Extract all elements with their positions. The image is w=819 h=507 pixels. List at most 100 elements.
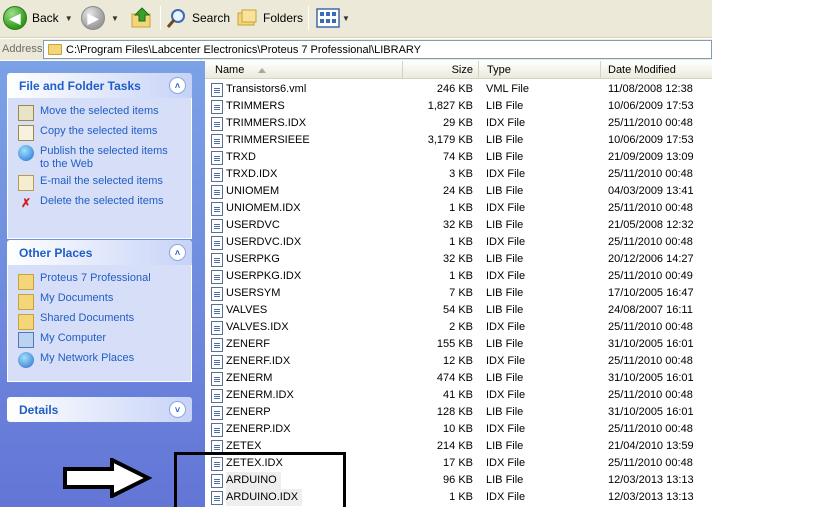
up-folder-button[interactable]: [130, 4, 154, 32]
column-header-row: Name Size Type Date Modified: [205, 61, 712, 79]
file-row[interactable]: USERSYM 7 KB LIB File 17/10/2005 16:47: [205, 285, 712, 302]
address-label: Address: [2, 43, 43, 55]
other-places-header[interactable]: Other Places ˄: [7, 240, 192, 265]
file-size: 1 KB: [449, 270, 473, 282]
address-input[interactable]: C:\Program Files\Labcenter Electronics\P…: [43, 40, 712, 59]
file-row[interactable]: ZENERM 474 KB LIB File 31/10/2005 16:01: [205, 370, 712, 387]
file-date: 25/11/2010 00:48: [608, 389, 693, 401]
file-row[interactable]: Transistors6.vml 246 KB VML File 11/08/2008…: [205, 81, 712, 98]
back-dropdown-icon[interactable]: ▼: [65, 14, 73, 23]
file-row[interactable]: ZENERP 128 KB LIB File 31/10/2005 16:01: [205, 404, 712, 421]
forward-button[interactable]: ▶ ▼: [81, 4, 119, 32]
column-header-name[interactable]: Name: [205, 61, 403, 79]
file-name-cell: UNIOMEM.IDX: [211, 200, 301, 217]
file-size: 3,179 KB: [427, 134, 473, 146]
file-name-cell: ZENERP: [211, 404, 271, 421]
file-date: 25/11/2010 00:48: [608, 321, 693, 333]
task-delete[interactable]: ✗ Delete the selected items: [18, 195, 191, 215]
copy-icon: [18, 125, 34, 141]
file-size: 214 KB: [436, 440, 473, 452]
file-name: TRXD.IDX: [226, 168, 278, 180]
forward-dropdown-icon[interactable]: ▼: [111, 14, 119, 23]
back-button[interactable]: ◀ Back ▼: [3, 4, 73, 32]
file-size: 1,827 KB: [427, 100, 473, 112]
file-name: USERDVC: [226, 219, 280, 231]
file-row[interactable]: TRIMMERS.IDX 29 KB IDX File 25/11/2010 00:4…: [205, 115, 712, 132]
task-move[interactable]: Move the selected items: [18, 105, 191, 125]
file-date: 24/08/2007 16:11: [608, 304, 693, 316]
file-date: 31/10/2005 16:01: [608, 406, 694, 418]
views-button[interactable]: ▼: [316, 4, 350, 32]
collapse-chevron-icon[interactable]: ˄: [169, 77, 186, 94]
file-row[interactable]: USERDVC.IDX 1 KB IDX File 25/11/2010 00:48: [205, 234, 712, 251]
file-row[interactable]: ZENERF 155 KB LIB File 31/10/2005 16:01: [205, 336, 712, 353]
column-label: Type: [487, 64, 511, 76]
file-row[interactable]: USERDVC 32 KB LIB File 21/05/2008 12:32: [205, 217, 712, 234]
file-name-cell: UNIOMEM: [211, 183, 279, 200]
place-my-documents[interactable]: My Documents: [18, 292, 191, 312]
file-icon: [211, 320, 223, 335]
file-name: USERDVC.IDX: [226, 236, 302, 248]
collapse-chevron-icon[interactable]: ˄: [169, 244, 186, 261]
folders-button[interactable]: Folders: [236, 4, 303, 32]
file-row[interactable]: ZENERF.IDX 12 KB IDX File 25/11/2010 00:48: [205, 353, 712, 370]
column-label: Name: [215, 64, 245, 76]
column-header-size[interactable]: Size: [403, 61, 479, 79]
file-row[interactable]: TRXD.IDX 3 KB IDX File 25/11/2010 00:48: [205, 166, 712, 183]
task-publish[interactable]: Publish the selected items to the Web: [18, 145, 191, 175]
file-icon: [211, 303, 223, 318]
place-my-computer[interactable]: My Computer: [18, 332, 191, 352]
expand-chevron-icon[interactable]: ˅: [169, 401, 186, 418]
place-label: My Network Places: [40, 352, 135, 364]
file-row[interactable]: USERPKG 32 KB LIB File 20/12/2006 14:27: [205, 251, 712, 268]
file-date: 25/11/2010 00:48: [608, 202, 693, 214]
file-date: 31/10/2005 16:01: [608, 338, 694, 350]
file-size: 24 KB: [443, 185, 473, 197]
task-email[interactable]: E-mail the selected items: [18, 175, 191, 195]
file-size: 10 KB: [443, 423, 473, 435]
details-panel: Details ˅: [7, 397, 192, 422]
file-row[interactable]: ZENERP.IDX 10 KB IDX File 25/11/2010 00:48: [205, 421, 712, 438]
task-label: Delete the selected items: [40, 195, 164, 207]
file-name: ZENERP: [226, 406, 271, 418]
file-icon: [211, 252, 223, 267]
file-name: UNIOMEM.IDX: [226, 202, 301, 214]
file-row[interactable]: UNIOMEM 24 KB LIB File 04/03/2009 13:41: [205, 183, 712, 200]
file-row[interactable]: TRXD 74 KB LIB File 21/09/2009 13:09: [205, 149, 712, 166]
file-type: LIB File: [486, 185, 524, 197]
column-header-type[interactable]: Type: [479, 61, 601, 79]
file-list: Name Size Type Date Modified Transistors…: [205, 61, 712, 507]
place-shared-documents[interactable]: Shared Documents: [18, 312, 191, 332]
task-copy[interactable]: Copy the selected items: [18, 125, 191, 145]
file-size: 155 KB: [436, 338, 473, 350]
file-name-cell: USERPKG: [211, 251, 280, 268]
place-network[interactable]: My Network Places: [18, 352, 191, 372]
file-row[interactable]: VALVES.IDX 2 KB IDX File 25/11/2010 00:48: [205, 319, 712, 336]
search-button[interactable]: Search: [166, 4, 230, 32]
column-header-date[interactable]: Date Modified: [601, 61, 712, 79]
file-type: LIB File: [486, 406, 524, 418]
file-name: TRIMMERSIEEE: [226, 134, 310, 146]
file-folder-tasks-header[interactable]: File and Folder Tasks ˄: [7, 73, 192, 98]
file-name-cell: ZENERM: [211, 370, 272, 387]
file-row[interactable]: TRIMMERSIEEE 3,179 KB LIB File 10/06/2009 1…: [205, 132, 712, 149]
file-row[interactable]: UNIOMEM.IDX 1 KB IDX File 25/11/2010 00:48: [205, 200, 712, 217]
file-row[interactable]: VALVES 54 KB LIB File 24/08/2007 16:11: [205, 302, 712, 319]
back-label: Back: [32, 11, 59, 25]
sort-ascending-icon: [258, 67, 267, 73]
place-proteus[interactable]: Proteus 7 Professional: [18, 272, 191, 292]
file-row[interactable]: USERPKG.IDX 1 KB IDX File 25/11/2010 00:49: [205, 268, 712, 285]
file-row[interactable]: TRIMMERS 1,827 KB LIB File 10/06/2009 17:53: [205, 98, 712, 115]
file-name: USERPKG.IDX: [226, 270, 302, 282]
views-dropdown-icon[interactable]: ▼: [342, 14, 350, 23]
file-row[interactable]: ZENERM.IDX 41 KB IDX File 25/11/2010 00:48: [205, 387, 712, 404]
file-name-cell: VALVES.IDX: [211, 319, 289, 336]
file-size: 74 KB: [443, 151, 473, 163]
file-name: TRIMMERS.IDX: [226, 117, 307, 129]
toolbar-separator: [160, 6, 161, 30]
views-icon: [316, 8, 340, 28]
details-header[interactable]: Details ˅: [7, 397, 192, 422]
file-name: USERSYM: [226, 287, 281, 299]
file-icon: [211, 354, 223, 369]
file-name-cell: ZENERF: [211, 336, 270, 353]
